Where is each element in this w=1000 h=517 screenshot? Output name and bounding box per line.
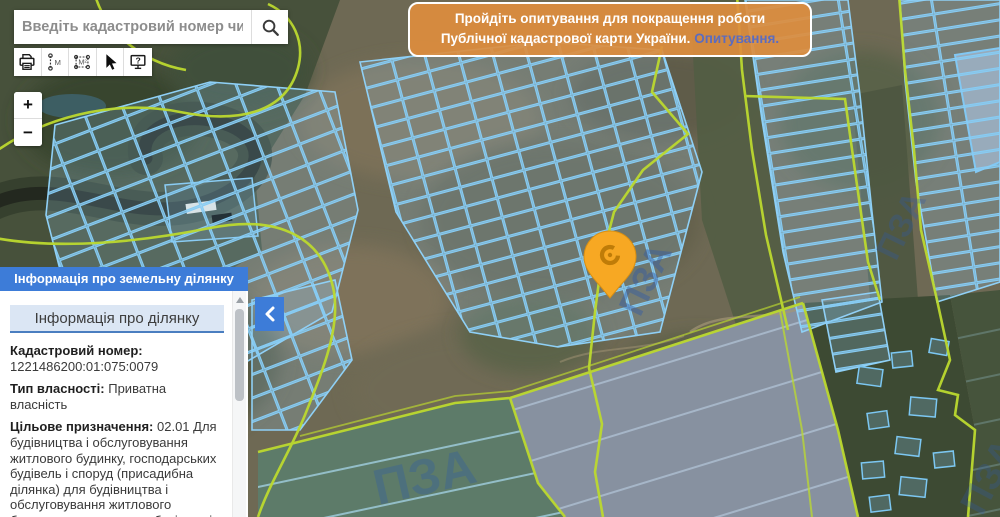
cadastral-map-app: ПЗА ПЗА ПЗА ПЗА Введіть кадастровий номе… — [0, 0, 1000, 517]
svg-text:M: M — [54, 58, 60, 67]
measure-area-icon: M² — [74, 54, 91, 70]
scroll-up-icon[interactable] — [236, 297, 244, 303]
svg-text:M²: M² — [79, 58, 88, 67]
parcel-info-panel: Інформація про земельну ділянку Інформац… — [0, 267, 248, 517]
chevron-left-icon — [265, 306, 274, 322]
survey-banner: Пройдіть опитування для покращення робот… — [408, 2, 812, 58]
zoom-in-button[interactable]: + — [14, 92, 42, 119]
survey-link[interactable]: Опитування. — [694, 31, 779, 46]
measure-area-button[interactable]: M² — [69, 48, 97, 76]
field-designated-purpose: Цільове призначення: 02.01 Для будівницт… — [10, 419, 217, 517]
map-toolbar: M M² ? — [14, 48, 152, 76]
svg-text:?: ? — [135, 55, 140, 65]
search-button[interactable] — [251, 10, 288, 44]
measure-length-button[interactable]: M — [41, 48, 69, 76]
panel-scrollbar[interactable] — [232, 291, 246, 517]
search-input[interactable] — [14, 10, 251, 44]
help-monitor-icon: ? — [130, 54, 146, 70]
print-button[interactable] — [14, 48, 42, 76]
panel-title: Інформація про земельну ділянку — [0, 267, 248, 291]
field-cadastral-number: Кадастровий номер: 1221486200:01:075:007… — [10, 343, 159, 374]
scrollbar-thumb[interactable] — [235, 309, 244, 401]
zoom-controls: + − — [14, 92, 42, 146]
measure-length-icon: M — [47, 53, 61, 71]
field-ownership-type: Тип власності: Приватна власність — [10, 381, 167, 412]
printer-icon — [19, 54, 35, 70]
zoom-out-button[interactable]: − — [14, 119, 42, 146]
cursor-icon — [106, 54, 117, 70]
panel-body: Інформація про ділянку Кадастровий номер… — [0, 291, 248, 517]
search-icon — [262, 19, 279, 36]
panel-section-title: Інформація про ділянку — [10, 305, 224, 333]
help-button[interactable]: ? — [124, 48, 152, 76]
pointer-tool-button[interactable] — [96, 48, 124, 76]
search-bar — [14, 10, 288, 44]
panel-collapse-button[interactable] — [255, 297, 284, 331]
